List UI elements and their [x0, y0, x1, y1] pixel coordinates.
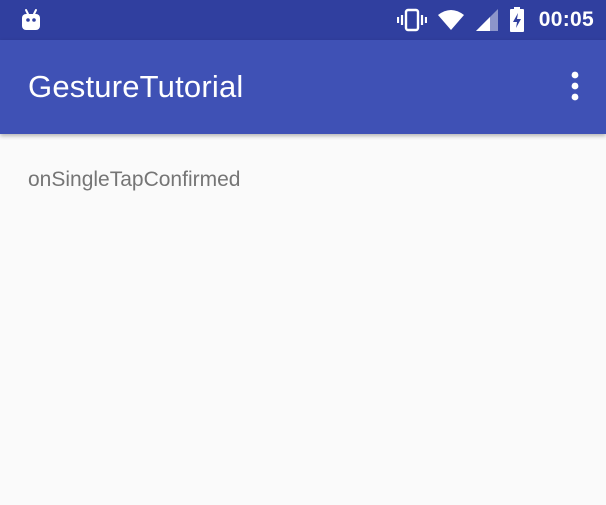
more-vert-icon: [570, 71, 580, 101]
status-icons: 00:05: [396, 0, 594, 40]
app-title: GestureTutorial: [28, 69, 244, 104]
wifi-icon: [437, 9, 465, 31]
screen: 00:05 GestureTutorial onSingleTapConfirm…: [0, 0, 606, 505]
overflow-menu-button[interactable]: [564, 68, 586, 104]
gesture-area[interactable]: onSingleTapConfirmed: [0, 134, 606, 505]
status-bar: 00:05: [0, 0, 606, 40]
status-time: 00:05: [538, 8, 594, 31]
gesture-status-text: onSingleTapConfirmed: [28, 168, 241, 191]
android-icon: [18, 7, 44, 33]
signal-icon: [475, 8, 499, 32]
battery-charging-icon: [509, 7, 525, 33]
vibrate-icon: [396, 8, 427, 32]
app-bar: GestureTutorial: [0, 40, 606, 134]
